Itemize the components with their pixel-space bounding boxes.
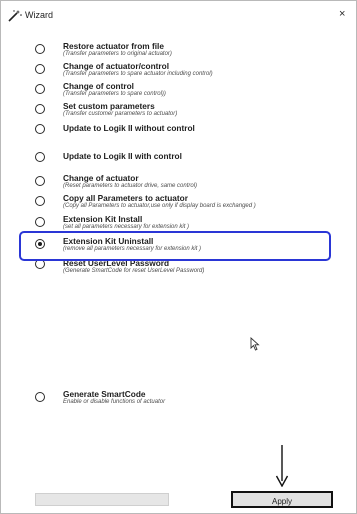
radio-button[interactable]	[35, 196, 45, 206]
option-change-of-actuator[interactable]: Change of actuator (Reset parameters to …	[35, 173, 353, 193]
title-bar: Wizard ×	[1, 1, 356, 29]
option-label[interactable]: Change of control	[63, 81, 134, 91]
radio-button[interactable]	[35, 152, 45, 162]
option-label[interactable]: Restore actuator from file	[63, 41, 164, 51]
option-update-with-control[interactable]: Update to Logik II with control	[35, 151, 353, 165]
option-update-without-control[interactable]: Update to Logik II without control	[35, 123, 353, 137]
option-label[interactable]: Update to Logik II without control	[63, 123, 195, 133]
option-restore-from-file[interactable]: Restore actuator from file (Transfer par…	[35, 41, 353, 61]
option-description: (Transfer parameters to spare actuator i…	[63, 71, 213, 77]
option-label[interactable]: Extension Kit Install	[63, 214, 142, 224]
option-label[interactable]: Update to Logik II with control	[63, 151, 182, 161]
apply-button-label: Apply	[271, 497, 292, 506]
close-button[interactable]: ×	[339, 8, 345, 20]
option-label[interactable]: Copy all Parameters to actuator	[63, 193, 188, 203]
option-description: (Transfer parameters to original actuato…	[63, 51, 172, 57]
radio-button[interactable]	[35, 124, 45, 134]
apply-button[interactable]: Apply	[231, 491, 333, 508]
radio-button[interactable]	[35, 392, 45, 402]
option-generate-smartcode[interactable]: Generate SmartCode Enable or disable fun…	[35, 389, 353, 409]
option-change-actuator-control[interactable]: Change of actuator/control (Transfer par…	[35, 61, 353, 81]
radio-button[interactable]	[35, 44, 45, 54]
wizard-window: Wizard × Restore actuator from file (Tra…	[0, 0, 357, 514]
radio-button[interactable]	[35, 64, 45, 74]
radio-button[interactable]	[35, 104, 45, 114]
progress-bar	[35, 493, 169, 506]
option-set-custom-parameters[interactable]: Set custom parameters (Transfer customer…	[35, 101, 353, 121]
option-description: (Reset parameters to actuator drive, sam…	[63, 183, 198, 189]
option-description: Enable or disable functions of actuator	[63, 399, 166, 405]
option-label[interactable]: Set custom parameters	[63, 101, 155, 111]
radio-button[interactable]	[35, 217, 45, 227]
selection-highlight-box	[19, 231, 331, 261]
option-description: (Transfer customer parameters to actuato…	[63, 111, 178, 117]
option-description: (Transfer parameters to spare control))	[63, 91, 166, 97]
mouse-cursor-icon	[250, 337, 260, 351]
option-reset-userlevel-password[interactable]: Reset UserLevel Password (Generate Smart…	[35, 258, 353, 279]
option-label[interactable]: Change of actuator	[63, 173, 139, 183]
option-change-of-control[interactable]: Change of control (Transfer parameters t…	[35, 81, 353, 101]
down-arrow-icon	[275, 445, 289, 487]
radio-button[interactable]	[35, 176, 45, 186]
radio-button[interactable]	[35, 84, 45, 94]
window-title: Wizard	[25, 10, 54, 20]
wizard-wand-icon	[8, 10, 22, 22]
option-description: (set all parameters necessary for extens…	[63, 224, 190, 230]
option-copy-all-parameters[interactable]: Copy all Parameters to actuator (Copy al…	[35, 193, 353, 213]
option-description: (Generate SmartCode for reset UserLevel …	[63, 268, 205, 274]
option-label[interactable]: Change of actuator/control	[63, 61, 169, 71]
option-description: (Copy all Parameters to actuator,use onl…	[63, 203, 256, 209]
option-label[interactable]: Generate SmartCode	[63, 389, 146, 399]
